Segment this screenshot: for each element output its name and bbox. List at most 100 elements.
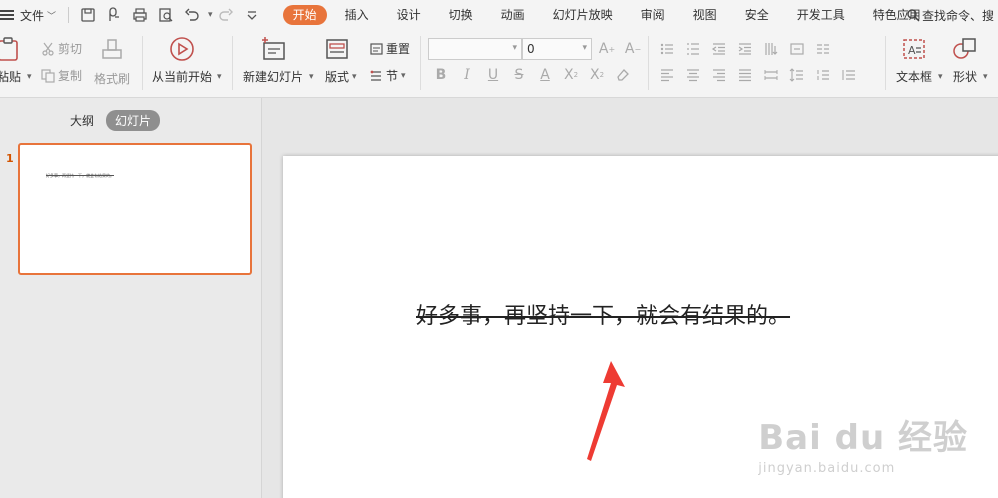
align-center-icon[interactable]	[680, 64, 706, 86]
command-search[interactable]: 查找命令、搜	[906, 0, 998, 30]
justify-icon[interactable]	[732, 64, 758, 86]
bold-icon[interactable]: B	[428, 64, 454, 86]
decrease-indent-icon[interactable]	[706, 38, 732, 60]
reset-button[interactable]: 重置	[369, 40, 410, 57]
cut-button[interactable]: 剪切	[41, 40, 82, 57]
copy-button[interactable]: 复制	[41, 67, 82, 84]
decrease-font-icon[interactable]: A −	[620, 38, 646, 60]
watermark-logo: Bai du 经验	[758, 418, 968, 458]
underline-icon[interactable]: U	[480, 64, 506, 86]
distribute-icon[interactable]	[758, 64, 784, 86]
search-icon	[907, 9, 920, 22]
tab-animation[interactable]: 动画	[491, 5, 535, 25]
bullet-list-icon[interactable]	[654, 38, 680, 60]
slide-navigation-pane: 大纲 幻灯片 1 好多事，再坚持一下，就会有结果的。	[0, 98, 262, 498]
red-arrow-annotation	[587, 361, 625, 461]
chevron-down-icon[interactable]: ▾	[938, 72, 943, 82]
chevron-down-icon[interactable]: ▾	[208, 10, 213, 20]
play-icon	[170, 37, 194, 61]
tab-view[interactable]: 视图	[683, 5, 727, 25]
shape-label: 形状	[952, 70, 977, 84]
command-search-label: 查找命令、搜	[921, 8, 994, 23]
new-slide-icon	[262, 37, 285, 60]
align-text-icon[interactable]	[784, 38, 810, 60]
play-from-current-label: 从当前开始	[152, 70, 213, 84]
cut-label: 剪切	[58, 42, 83, 56]
paste-icon	[0, 37, 18, 61]
paragraph-spacing-icon[interactable]	[810, 64, 836, 86]
tab-slides[interactable]: 幻灯片	[106, 110, 161, 131]
shape-button[interactable]: 形状	[952, 36, 978, 85]
subscript-icon[interactable]: X2	[584, 64, 610, 86]
quick-access-bar: 文件 ﹀ ▾	[0, 0, 265, 30]
chevron-down-icon: ﹀	[47, 11, 57, 22]
textbox-icon: A	[903, 39, 925, 59]
tab-home[interactable]: 开始	[282, 5, 327, 25]
customize-quick-access-icon[interactable]	[241, 4, 263, 26]
superscript-icon[interactable]: X2	[558, 64, 584, 86]
tab-security[interactable]: 安全	[735, 5, 779, 25]
tab-design[interactable]: 设计	[387, 5, 431, 25]
watermark-url: jingyan.baidu.com	[758, 461, 896, 476]
chevron-down-icon[interactable]: ▾	[27, 72, 32, 82]
print-preview-icon[interactable]	[155, 4, 177, 26]
layout-button[interactable]: 版式	[324, 36, 350, 85]
tab-outline[interactable]: 大纲	[70, 112, 94, 129]
tab-review[interactable]: 审阅	[631, 5, 675, 25]
increase-font-icon[interactable]: A +	[594, 38, 620, 60]
chevron-down-icon[interactable]: ▾	[217, 72, 222, 82]
chevron-down-icon[interactable]: ▾	[352, 72, 357, 82]
hamburger-icon	[0, 10, 14, 20]
new-slide-label: 新建幻灯片	[243, 70, 304, 84]
clear-format-icon[interactable]	[610, 64, 636, 86]
editing-area: 好多事，再坚持一下，就会有结果的。 Bai du 经验 jingyan.baid…	[262, 98, 998, 498]
scissors-icon	[42, 42, 54, 56]
tab-slideshow[interactable]: 幻灯片放映	[543, 5, 623, 25]
slide-text-box[interactable]: 好多事，再坚持一下，就会有结果的。	[416, 298, 790, 330]
file-menu[interactable]: 文件 ﹀	[0, 0, 62, 30]
chevron-down-icon: ▾	[512, 43, 517, 53]
chevron-down-icon: ▾	[401, 70, 406, 81]
undo-icon[interactable]	[181, 4, 203, 26]
format-painter-button[interactable]: 格式刷	[94, 38, 130, 87]
save-icon[interactable]	[77, 4, 99, 26]
numbered-list-icon[interactable]	[680, 38, 706, 60]
play-from-current-button[interactable]: 从当前开始	[152, 36, 212, 85]
section-button[interactable]: 节 ▾	[369, 67, 406, 84]
chevron-down-icon[interactable]: ▾	[983, 72, 988, 82]
paste-button[interactable]: 粘贴	[0, 36, 22, 85]
slide-number: 1	[6, 152, 14, 165]
increase-indent-icon[interactable]	[732, 38, 758, 60]
spacing-options-icon[interactable]	[836, 64, 862, 86]
font-color-icon[interactable]: A	[532, 64, 558, 86]
reset-icon	[370, 42, 383, 55]
tab-transition[interactable]: 切换	[439, 5, 483, 25]
menu-bar: 文件 ﹀ ▾ 开始 插入 设计 切换 动画 幻灯片放映 审阅 视图 安全 开发工…	[0, 0, 998, 30]
line-spacing-icon[interactable]	[784, 64, 810, 86]
format-painter-label: 格式刷	[94, 72, 131, 86]
svg-text:A: A	[908, 44, 916, 57]
export-pdf-icon[interactable]	[103, 4, 125, 26]
columns-icon[interactable]	[810, 38, 836, 60]
strikethrough-icon[interactable]: S	[506, 64, 532, 86]
tab-developer[interactable]: 开发工具	[787, 5, 855, 25]
new-slide-button[interactable]: 新建幻灯片	[243, 36, 303, 85]
textbox-button[interactable]: A 文本框	[896, 36, 932, 85]
section-icon	[370, 70, 381, 81]
paste-label: 粘贴	[0, 70, 21, 84]
align-right-icon[interactable]	[706, 64, 732, 86]
chevron-down-icon[interactable]: ▾	[309, 72, 314, 82]
layout-label: 版式	[324, 70, 349, 84]
tab-insert[interactable]: 插入	[335, 5, 379, 25]
copy-label: 复制	[58, 69, 83, 83]
italic-icon[interactable]: I	[454, 64, 480, 86]
text-direction-icon[interactable]	[758, 38, 784, 60]
format-painter-icon	[102, 39, 122, 59]
thumbnail-text: 好多事，再坚持一下，就会有结果的。	[46, 173, 114, 178]
font-size-select[interactable]: 0 ▾	[522, 38, 592, 60]
font-family-select[interactable]: ▾	[428, 38, 522, 60]
print-icon[interactable]	[129, 4, 151, 26]
align-left-icon[interactable]	[654, 64, 680, 86]
slide-thumbnail[interactable]: 好多事，再坚持一下，就会有结果的。	[18, 143, 252, 275]
redo-icon[interactable]	[215, 4, 237, 26]
